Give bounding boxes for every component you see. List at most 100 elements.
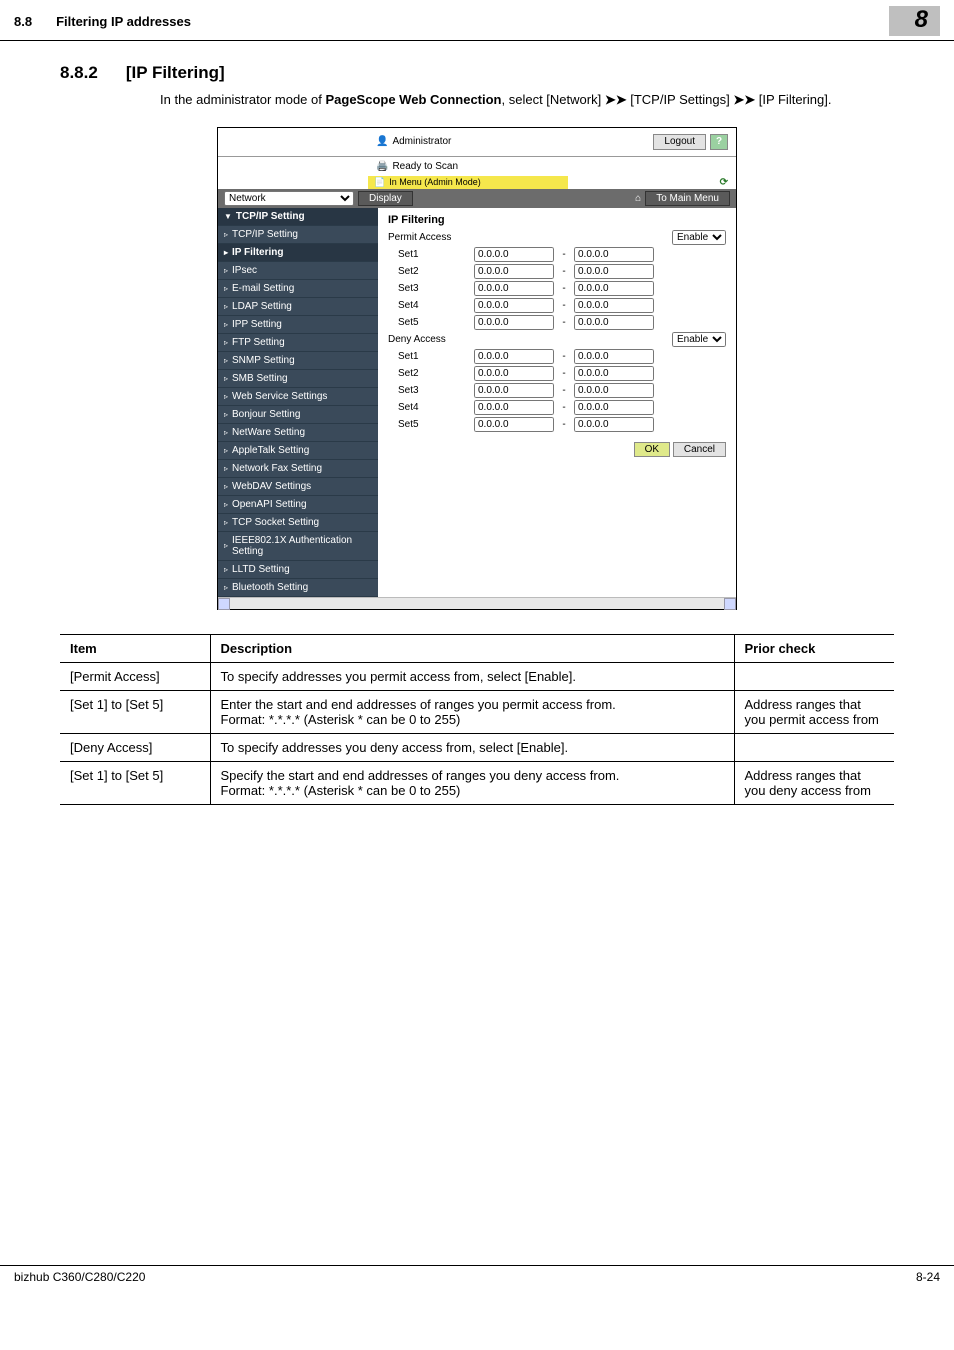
sidebar-item[interactable]: ▹E-mail Setting bbox=[218, 280, 378, 298]
ip-from-input[interactable] bbox=[474, 298, 554, 313]
cell-description: To specify addresses you deny access fro… bbox=[210, 733, 734, 761]
embedded-screenshot: 👤 Administrator Logout ? 🖨️ Ready to Sca… bbox=[217, 127, 737, 610]
sidebar-item[interactable]: ▹WebDAV Settings bbox=[218, 478, 378, 496]
sidebar-item[interactable]: ▹LLTD Setting bbox=[218, 561, 378, 579]
ip-from-input[interactable] bbox=[474, 281, 554, 296]
table-header-row: Item Description Prior check bbox=[60, 634, 894, 662]
heading-number: 8.8.2 bbox=[60, 63, 98, 83]
scroll-right-icon[interactable] bbox=[724, 598, 736, 610]
sidebar-item[interactable]: ▹IPsec bbox=[218, 262, 378, 280]
set-label: Set5 bbox=[388, 317, 468, 328]
deny-access-label: Deny Access bbox=[388, 334, 468, 345]
cell-prior bbox=[734, 733, 894, 761]
menu-mode-text: In Menu (Admin Mode) bbox=[389, 177, 481, 187]
sidebar-item[interactable]: ▹Web Service Settings bbox=[218, 388, 378, 406]
ip-from-input[interactable] bbox=[474, 400, 554, 415]
display-button[interactable]: Display bbox=[358, 191, 413, 206]
intro-bold: PageScope Web Connection bbox=[325, 92, 501, 107]
ip-from-input[interactable] bbox=[474, 366, 554, 381]
table-row: [Deny Access]To specify addresses you de… bbox=[60, 733, 894, 761]
sidebar-item[interactable]: ▹TCP Socket Setting bbox=[218, 514, 378, 532]
to-main-menu-button[interactable]: To Main Menu bbox=[645, 191, 730, 206]
category-select[interactable]: Network bbox=[224, 191, 354, 206]
heading-title: [IP Filtering] bbox=[126, 63, 225, 83]
help-button[interactable]: ? bbox=[710, 134, 728, 150]
sidebar-item-label: IEEE802.1X Authentication Setting bbox=[232, 535, 372, 557]
ip-from-input[interactable] bbox=[474, 247, 554, 262]
section-title: Filtering IP addresses bbox=[56, 14, 889, 29]
screenshot-topbar: 👤 Administrator Logout ? bbox=[218, 128, 736, 157]
ip-to-input[interactable] bbox=[574, 366, 654, 381]
set-label: Set3 bbox=[388, 283, 468, 294]
ip-to-input[interactable] bbox=[574, 349, 654, 364]
printer-icon: 🖨️ bbox=[376, 161, 388, 172]
ip-to-input[interactable] bbox=[574, 417, 654, 432]
ip-from-input[interactable] bbox=[474, 349, 554, 364]
refresh-icon[interactable]: ⟳ bbox=[720, 177, 728, 188]
permit-access-select[interactable]: Enable bbox=[672, 230, 726, 245]
permit-set-row: Set5- bbox=[388, 315, 726, 330]
sidebar-item[interactable]: ▹Bonjour Setting bbox=[218, 406, 378, 424]
ip-to-input[interactable] bbox=[574, 281, 654, 296]
horizontal-scrollbar[interactable] bbox=[218, 597, 736, 609]
sidebar-item-label: FTP Setting bbox=[232, 337, 285, 348]
scroll-left-icon[interactable] bbox=[218, 598, 230, 610]
set-label: Set4 bbox=[388, 300, 468, 311]
sidebar-item[interactable]: ▹LDAP Setting bbox=[218, 298, 378, 316]
sidebar-item[interactable]: ▸IP Filtering bbox=[218, 244, 378, 262]
range-separator: - bbox=[560, 300, 568, 311]
set-label: Set2 bbox=[388, 266, 468, 277]
sidebar-item[interactable]: ▹Bluetooth Setting bbox=[218, 579, 378, 597]
ip-from-input[interactable] bbox=[474, 383, 554, 398]
ip-from-input[interactable] bbox=[474, 315, 554, 330]
ok-button[interactable]: OK bbox=[634, 442, 670, 457]
sidebar-item-label: TCP/IP Setting bbox=[232, 229, 298, 240]
sidebar-item[interactable]: ▹IPP Setting bbox=[218, 316, 378, 334]
sidebar-item[interactable]: ▹ TCP/IP Setting bbox=[218, 226, 378, 244]
sidebar-item-label: Network Fax Setting bbox=[232, 463, 322, 474]
sidebar-item-label: SMB Setting bbox=[232, 373, 288, 384]
page-running-header: 8.8 Filtering IP addresses 8 bbox=[0, 0, 954, 41]
ip-from-input[interactable] bbox=[474, 417, 554, 432]
deny-set-row: Set5- bbox=[388, 417, 726, 432]
sidebar-item[interactable]: ▹SNMP Setting bbox=[218, 352, 378, 370]
sidebar-item[interactable]: ▹IEEE802.1X Authentication Setting bbox=[218, 532, 378, 561]
cell-description: Enter the start and end addresses of ran… bbox=[210, 690, 734, 733]
set-label: Set4 bbox=[388, 402, 468, 413]
intro-mid: , select [Network] bbox=[502, 92, 605, 107]
ip-to-input[interactable] bbox=[574, 264, 654, 279]
chevron-icon: ▹ bbox=[224, 230, 228, 239]
cell-item: [Permit Access] bbox=[60, 662, 210, 690]
range-separator: - bbox=[560, 249, 568, 260]
chevron-icon: ▹ bbox=[224, 464, 228, 473]
ip-from-input[interactable] bbox=[474, 264, 554, 279]
ip-to-input[interactable] bbox=[574, 247, 654, 262]
page-footer: bizhub C360/C280/C220 8-24 bbox=[0, 1265, 954, 1294]
logout-button[interactable]: Logout bbox=[653, 134, 706, 150]
sidebar-item[interactable]: ▹SMB Setting bbox=[218, 370, 378, 388]
sidebar-item-label: IPsec bbox=[232, 265, 257, 276]
sidebar-item-label: IP Filtering bbox=[232, 247, 284, 258]
ip-to-input[interactable] bbox=[574, 298, 654, 313]
cancel-button[interactable]: Cancel bbox=[673, 442, 726, 457]
deny-access-select[interactable]: Enable bbox=[672, 332, 726, 347]
sidebar-item[interactable]: ▹AppleTalk Setting bbox=[218, 442, 378, 460]
ip-to-input[interactable] bbox=[574, 315, 654, 330]
sidebar-item[interactable]: ▹ Network Fax Setting bbox=[218, 460, 378, 478]
ip-to-input[interactable] bbox=[574, 400, 654, 415]
sidebar-item[interactable]: ▹ FTP Setting bbox=[218, 334, 378, 352]
permit-access-label: Permit Access bbox=[388, 232, 468, 243]
sidebar-item-label: OpenAPI Setting bbox=[232, 499, 307, 510]
ready-text: Ready to Scan bbox=[392, 161, 458, 172]
sidebar-item-label: TCP/IP Setting bbox=[236, 211, 305, 222]
admin-text: Administrator bbox=[392, 136, 451, 147]
chevron-icon: ▹ bbox=[224, 338, 228, 347]
sidebar-item-label: IPP Setting bbox=[232, 319, 282, 330]
sidebar-item[interactable]: ▼TCP/IP Setting bbox=[218, 208, 378, 226]
sidebar-item[interactable]: ▹NetWare Setting bbox=[218, 424, 378, 442]
ip-to-input[interactable] bbox=[574, 383, 654, 398]
sidebar-item[interactable]: ▹OpenAPI Setting bbox=[218, 496, 378, 514]
intro-part3: [IP Filtering]. bbox=[755, 92, 831, 107]
panel-title: IP Filtering bbox=[388, 214, 726, 226]
sidebar-item-label: TCP Socket Setting bbox=[232, 517, 319, 528]
